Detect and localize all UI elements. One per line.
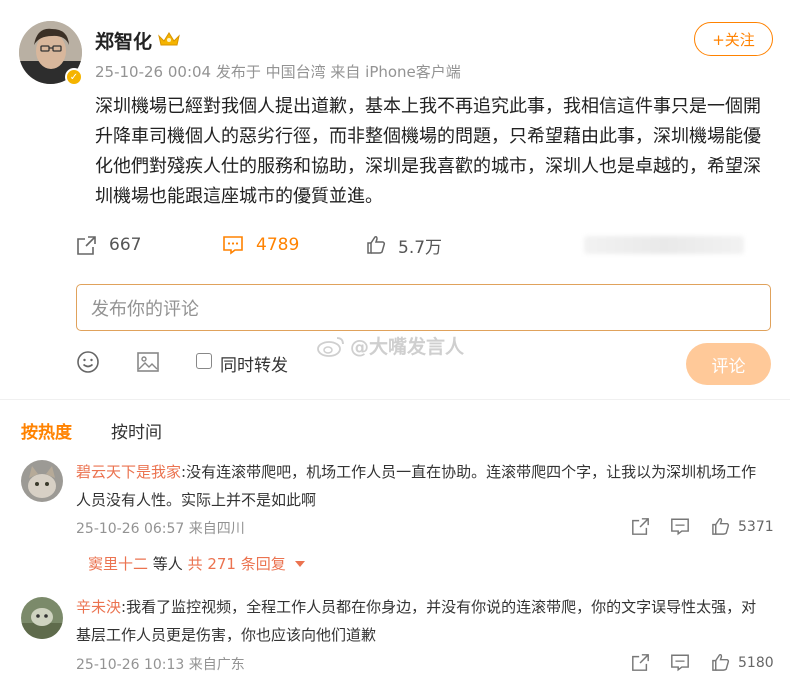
reply-icon[interactable] — [670, 653, 690, 672]
comment-username[interactable]: 碧云天下是我家 — [76, 463, 181, 481]
like-count: 5.7万 — [398, 237, 443, 258]
tab-sort-hot[interactable]: 按热度 — [21, 418, 72, 443]
thumbs-up-icon — [367, 236, 386, 254]
watermark: @大嘴发言人 — [316, 332, 464, 359]
comment-like[interactable]: 5371 — [711, 517, 774, 536]
comment-input[interactable]: 发布你的评论 — [76, 284, 771, 331]
reply-username[interactable]: 窦里十二 — [88, 553, 148, 574]
repost-action[interactable]: 667 — [76, 232, 141, 258]
follow-button[interactable]: +关注 — [694, 22, 773, 56]
share-icon[interactable] — [631, 517, 650, 536]
reply-count[interactable]: 共 271 条回复 — [188, 553, 286, 574]
chevron-down-icon — [294, 560, 305, 567]
commenter-avatar[interactable] — [21, 460, 63, 502]
comment-like-count: 5180 — [738, 654, 774, 671]
tab-sort-time[interactable]: 按时间 — [111, 418, 162, 443]
comment-username[interactable]: 辛未泱 — [76, 598, 121, 616]
submit-comment-button[interactable]: 评论 — [686, 343, 771, 385]
image-icon[interactable] — [136, 350, 160, 374]
repost-checkbox[interactable] — [196, 353, 212, 369]
comment-like[interactable]: 5180 — [711, 653, 774, 672]
comment-meta: 25-10-26 10:13 来自广东 — [76, 657, 245, 673]
emoji-icon[interactable] — [76, 350, 100, 374]
reply-connector: 等人 — [148, 555, 188, 573]
post-body: 深圳機場已經對我個人提出道歉，基本上我不再追究此事，我相信這件事只是一個開升降車… — [95, 96, 761, 207]
comment-count: 4789 — [256, 235, 300, 255]
commenter-avatar[interactable] — [21, 597, 63, 639]
divider — [0, 399, 790, 400]
comment-icon — [223, 236, 243, 255]
like-action[interactable]: 5.7万 — [366, 232, 442, 258]
thumbs-up-icon — [712, 517, 730, 535]
verified-badge-icon: ✓ — [65, 68, 83, 86]
share-icon — [77, 235, 96, 255]
replies-link[interactable]: 窦里十二 等人 共 271 条回复 — [88, 553, 306, 574]
comment-body: 辛未泱:我看了监控视频，全程工作人员都在你身边，并没有你说的连滚带爬，你的文字误… — [76, 593, 766, 649]
comment-text: :我看了监控视频，全程工作人员都在你身边，并没有你说的连滚带爬，你的文字误导性太… — [76, 598, 757, 644]
comment-meta: 25-10-26 06:57 来自四川 — [76, 521, 245, 537]
comment-like-count: 5371 — [738, 518, 774, 535]
repost-checkbox-label[interactable]: 同时转发 — [220, 351, 288, 376]
repost-count: 667 — [109, 235, 142, 255]
thumbs-up-icon — [712, 653, 730, 671]
author-name[interactable]: 郑智化 — [95, 27, 152, 54]
comment-action[interactable]: 4789 — [222, 232, 299, 258]
comment-body: 碧云天下是我家:没有连滚带爬吧，机场工作人员一直在协助。连滚带爬四个字，让我以为… — [76, 458, 766, 514]
watermark-text: @大嘴发言人 — [350, 336, 465, 358]
post-meta: 25-10-26 00:04 发布于 中国台湾 来自 iPhone客户端 — [95, 63, 461, 81]
share-icon[interactable] — [631, 653, 650, 672]
weibo-logo-icon — [317, 336, 344, 357]
blurred-region — [584, 236, 744, 254]
crown-icon — [158, 32, 180, 46]
reply-icon[interactable] — [670, 517, 690, 536]
